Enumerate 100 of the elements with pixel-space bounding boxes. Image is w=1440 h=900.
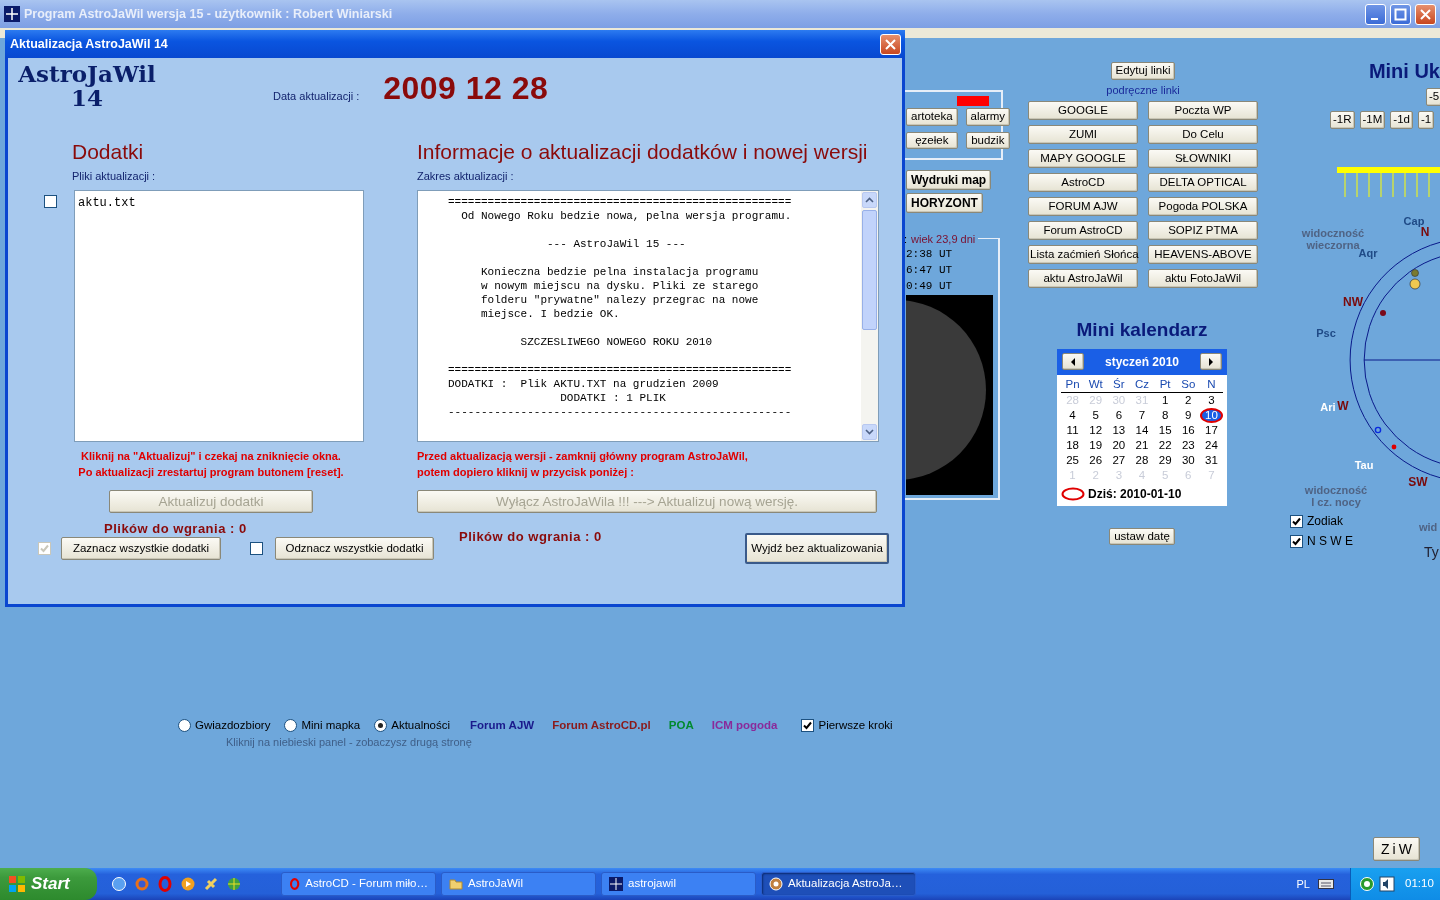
panel-button[interactable]: budzik [965, 131, 1011, 149]
file-checkbox[interactable] [44, 194, 57, 208]
calendar-day[interactable]: 8 [1153, 407, 1177, 423]
link-button[interactable]: Poczta WP [1148, 101, 1258, 120]
radio-button[interactable] [374, 719, 388, 733]
keyboard-icon[interactable] [1318, 878, 1334, 890]
calendar-day[interactable]: 17 [1199, 422, 1223, 438]
link-button[interactable]: SOPIZ PTMA [1148, 221, 1258, 240]
ziw-button[interactable]: ZiW [1373, 837, 1420, 861]
calendar-day[interactable]: 13 [1107, 422, 1131, 438]
globe-icon[interactable] [226, 876, 242, 892]
calendar-day[interactable]: 10 [1199, 407, 1223, 423]
calendar-day[interactable]: 25 [1061, 452, 1085, 468]
calendar-day[interactable]: 28 [1130, 452, 1154, 468]
link-button[interactable]: aktu AstroJaWil [1028, 269, 1138, 288]
calendar-day[interactable]: 31 [1199, 452, 1223, 468]
update-date: 2009 12 28 [383, 69, 549, 109]
tools-icon[interactable] [203, 876, 219, 892]
step-button[interactable]: -1R [1330, 111, 1355, 129]
calendar-day[interactable]: 15 [1153, 422, 1177, 438]
scrollbar[interactable] [861, 190, 878, 441]
link-button[interactable]: Forum AstroCD [1028, 221, 1138, 240]
option-checkbox[interactable] [801, 719, 815, 733]
calendar-day[interactable]: 18 [1061, 437, 1085, 453]
calendar-day[interactable]: 21 [1130, 437, 1154, 453]
previous-month-button[interactable] [1062, 353, 1084, 370]
step-button[interactable]: -1d [1390, 111, 1413, 129]
link-button[interactable]: AstroCD [1028, 173, 1138, 192]
edit-links-button[interactable]: Edytuj linki [1110, 62, 1176, 80]
calendar-day[interactable]: 12 [1084, 422, 1108, 438]
link-button[interactable]: aktu FotoJaWil [1148, 269, 1258, 288]
calendar-day[interactable]: 2 [1176, 392, 1200, 408]
right-arrow-icon[interactable] [1208, 357, 1214, 366]
calendar-day[interactable]: 6 [1107, 407, 1131, 423]
radio-button[interactable] [178, 719, 191, 733]
link-button[interactable]: Lista zaćmień Słońca [1028, 245, 1138, 264]
print-button[interactable]: Wydruki map [906, 170, 992, 190]
calendar-day[interactable]: 19 [1084, 437, 1108, 453]
language-indicator[interactable]: PL [1296, 875, 1310, 893]
folder-icon [449, 877, 463, 891]
calendar-day[interactable]: 7 [1130, 407, 1154, 423]
deselect-all-button[interactable]: Odznacz wszystkie dodatki [275, 536, 434, 560]
deselect-all-checkbox[interactable] [250, 541, 263, 555]
calendar-day[interactable]: 24 [1199, 437, 1223, 453]
link-button[interactable]: DELTA OPTICAL [1148, 173, 1258, 192]
calendar-day[interactable]: 22 [1153, 437, 1177, 453]
taskbar-button[interactable]: astrojawil [601, 872, 756, 896]
calendar-day[interactable]: 4 [1061, 407, 1085, 423]
start-button[interactable]: Start [0, 868, 97, 900]
link-button[interactable]: HEAVENS-ABOVE [1148, 245, 1258, 264]
link[interactable]: Forum AJW [470, 717, 535, 735]
calendar-day[interactable]: 27 [1107, 452, 1131, 468]
play-icon[interactable] [180, 876, 196, 892]
left-arrow-icon[interactable] [1070, 357, 1076, 366]
link-button[interactable]: GOOGLE [1028, 101, 1138, 120]
clock: 01:10 [1405, 876, 1434, 892]
taskbar-button[interactable]: AstroCD - Forum miło… [281, 872, 436, 896]
exit-button[interactable]: Wyjdź bez aktualizowania [745, 532, 889, 564]
scroll-thumb[interactable] [862, 209, 877, 330]
file-list[interactable]: aktu.txt [74, 189, 364, 442]
calendar-day[interactable]: 3 [1199, 392, 1223, 408]
taskbar-button[interactable]: AstroJaWil [441, 872, 596, 896]
file-item[interactable]: aktu.txt [78, 193, 360, 212]
status-icon[interactable] [1359, 876, 1375, 892]
taskbar-button[interactable]: Aktualizacja AstroJa… [761, 872, 916, 896]
calendar-day[interactable]: 29 [1153, 452, 1177, 468]
option-checkbox[interactable] [1290, 514, 1303, 528]
step-button[interactable]: -5 [1426, 88, 1440, 106]
set-date-button[interactable]: ustaw datę [1109, 527, 1175, 545]
link-button[interactable]: SŁOWNIKI [1148, 149, 1258, 168]
calendar-day[interactable]: 9 [1176, 407, 1200, 423]
link-button[interactable]: ZUMI [1028, 125, 1138, 144]
scroll-down-icon[interactable] [862, 423, 877, 440]
link-button[interactable]: FORUM AJW [1028, 197, 1138, 216]
calendar-day[interactable]: 23 [1176, 437, 1200, 453]
calendar-day[interactable]: 20 [1107, 437, 1131, 453]
calendar-day[interactable]: 5 [1084, 407, 1108, 423]
calendar-day[interactable]: 30 [1176, 452, 1200, 468]
option-checkbox[interactable] [1290, 534, 1303, 548]
step-button[interactable]: -1 [1417, 111, 1435, 129]
print-button[interactable]: HORYZONT [906, 193, 983, 213]
next-month-button[interactable] [1200, 353, 1222, 370]
speaker-icon[interactable] [1379, 876, 1395, 892]
calendar-day[interactable]: 26 [1084, 452, 1108, 468]
scroll-up-icon[interactable] [862, 191, 877, 208]
link-button[interactable]: Do Celu [1148, 125, 1258, 144]
panel-button[interactable]: alarmy [965, 108, 1011, 126]
link-button[interactable]: MAPY GOOGLE [1028, 149, 1138, 168]
radio-button[interactable] [284, 719, 298, 733]
calendar-day[interactable]: 16 [1176, 422, 1200, 438]
calendar-day[interactable]: 11 [1061, 422, 1085, 438]
calendar-day[interactable]: 14 [1130, 422, 1154, 438]
panel-button[interactable]: ęzełek [906, 131, 958, 149]
panel-button[interactable]: artoteka [906, 108, 958, 126]
step-button[interactable]: -1M [1359, 111, 1386, 129]
update-info-textbox[interactable] [417, 189, 879, 442]
calendar-day[interactable]: 1 [1153, 392, 1177, 408]
calendar-title: Mini kalendarz [1076, 318, 1208, 342]
link-button[interactable]: Pogoda POLSKA [1148, 197, 1258, 216]
link[interactable]: Forum AstroCD.pl [552, 717, 651, 735]
